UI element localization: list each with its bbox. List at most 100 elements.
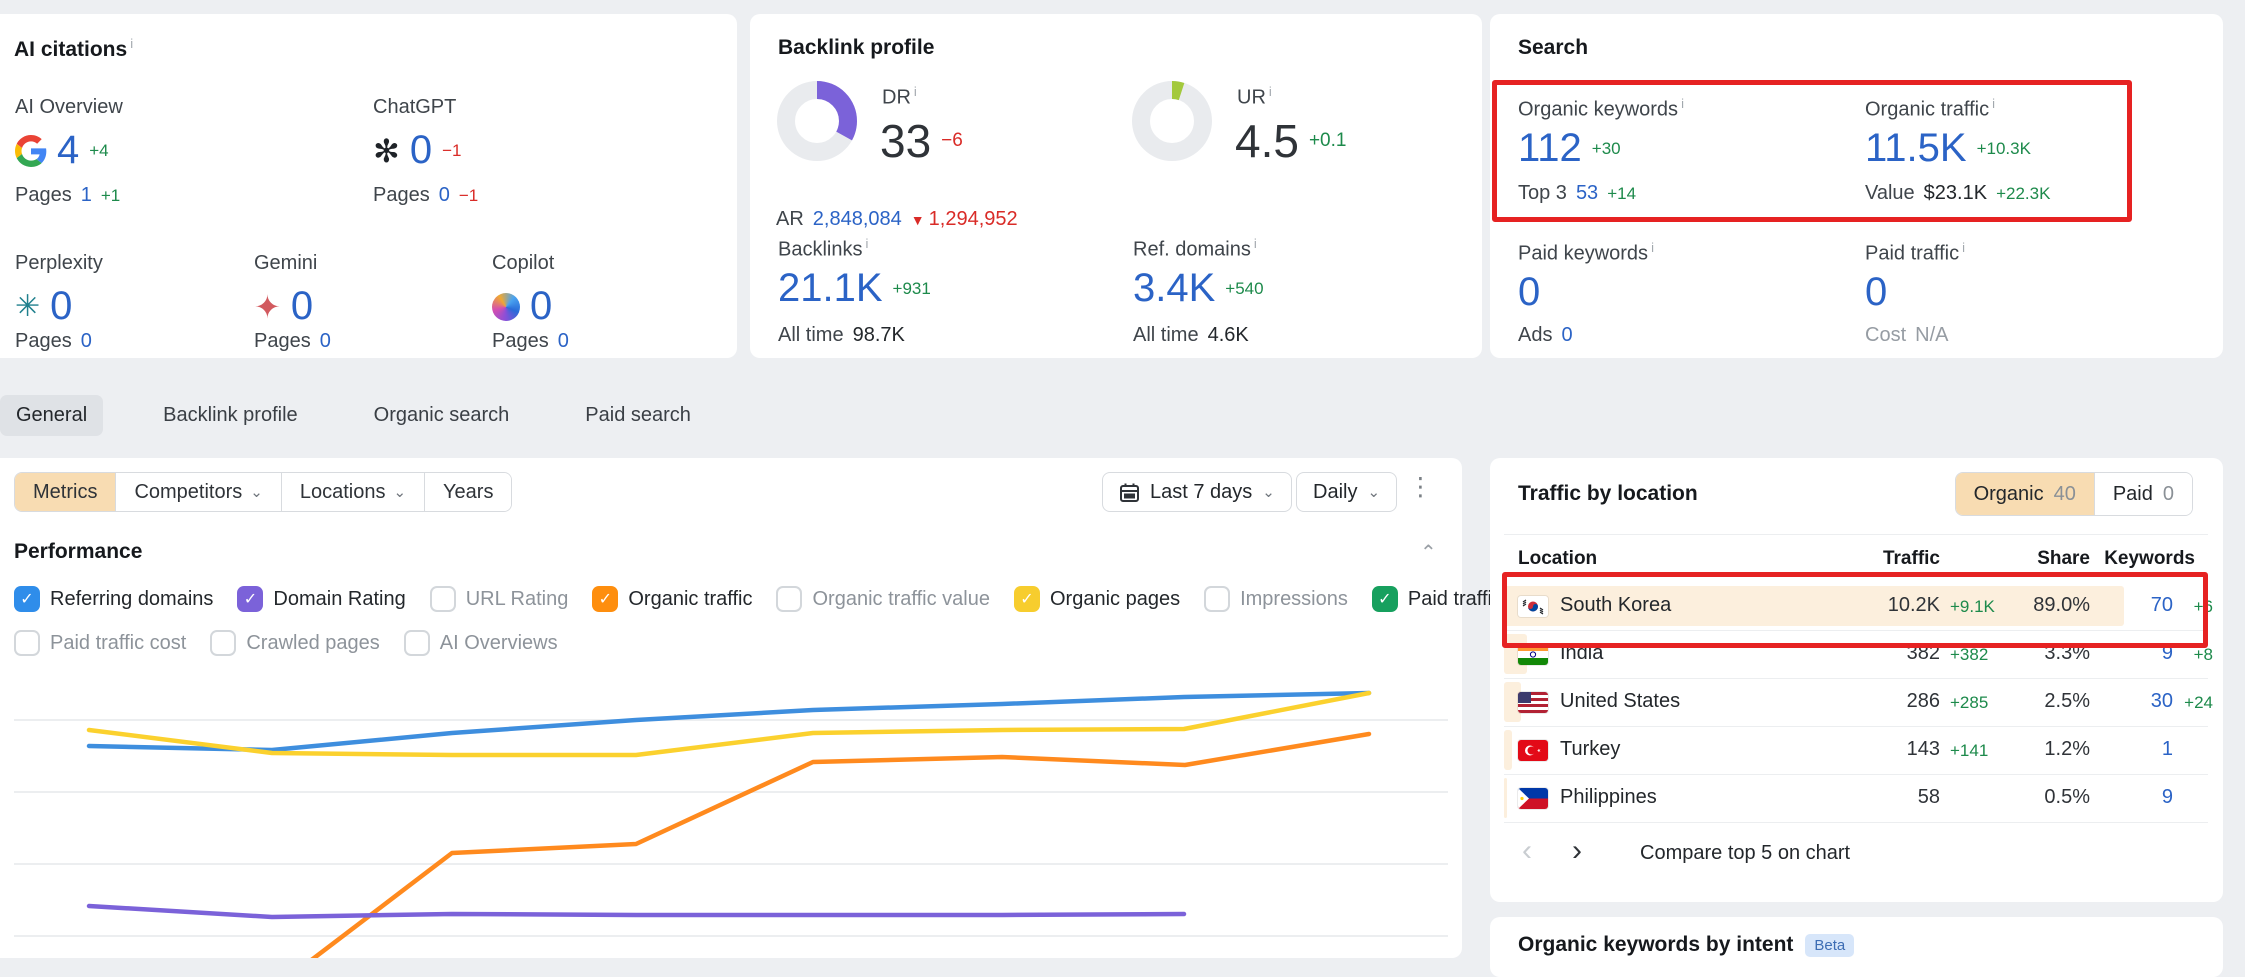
collapse-chevron-up-icon[interactable]: ⌃ — [1420, 540, 1437, 565]
checkbox-icon — [1204, 586, 1230, 612]
paid-keywords-subline: Ads 0 — [1518, 324, 1573, 347]
divider — [1504, 534, 2208, 535]
ai-citations-title: AI citationsi — [14, 36, 133, 62]
toggle-organic[interactable]: Organic 40 — [1956, 473, 2094, 515]
chevron-down-icon: ⌄ — [1367, 483, 1380, 501]
checkbox-organic-traffic-value[interactable]: Organic traffic value — [776, 586, 990, 612]
table-row-philippines[interactable]: Philippines 58 0.5% 9 — [1490, 774, 2223, 822]
chatgpt-pages: Pages 0 −1 — [373, 184, 478, 207]
ur-donut-chart — [1129, 78, 1215, 164]
ar-line: AR 2,848,084 ▼ 1,294,952 — [776, 208, 1018, 231]
granularity-dropdown[interactable]: Daily ⌄ — [1296, 472, 1397, 512]
checkbox-icon — [14, 630, 40, 656]
chatgpt-label: ChatGPT — [373, 96, 456, 119]
column-header-location[interactable]: Location — [1518, 548, 1597, 570]
compare-top5-button[interactable]: Compare top 5 on chart — [1640, 842, 1850, 865]
info-icon[interactable]: i — [1269, 84, 1272, 99]
info-icon[interactable]: i — [1962, 240, 1965, 255]
tab-general[interactable]: General — [0, 395, 103, 436]
backlink-profile-title: Backlink profile — [778, 36, 934, 60]
table-row-united-states[interactable]: United States 286 +285 2.5% 30 +24 — [1490, 678, 2223, 726]
flag-united-states-icon — [1518, 692, 1548, 713]
checkbox-organic-traffic[interactable]: ✓ Organic traffic — [592, 586, 752, 612]
info-icon[interactable]: i — [130, 36, 133, 51]
next-page-button[interactable]: › — [1572, 836, 1582, 866]
checkbox-paid-traffic-cost[interactable]: Paid traffic cost — [14, 630, 186, 656]
copilot-label: Copilot — [492, 252, 554, 275]
column-header-share[interactable]: Share — [2037, 548, 2090, 570]
column-header-traffic[interactable]: Traffic — [1883, 548, 1940, 570]
metric-toggles-row-2: Paid traffic cost Crawled pages AI Overv… — [14, 630, 558, 656]
checkbox-impressions[interactable]: Impressions — [1204, 586, 1348, 612]
backlinks-value-row: 21.1K +931 — [778, 266, 931, 311]
ur-label: URi — [1237, 84, 1272, 110]
chevron-down-icon: ⌄ — [393, 483, 406, 501]
row-divider — [1504, 822, 2208, 823]
seo-dashboard: { "ui": { "info": "i", "chevron_down": "… — [0, 0, 2245, 946]
info-icon[interactable]: i — [1254, 236, 1257, 251]
perplexity-value[interactable]: 0 — [50, 284, 72, 329]
checkbox-paid-traffic[interactable]: ✓ Paid traffic — [1372, 586, 1502, 612]
checkbox-organic-pages[interactable]: ✓ Organic pages — [1014, 586, 1180, 612]
ai-overview-delta: +4 — [89, 141, 108, 161]
backlinks-alltime: All time 98.7K — [778, 324, 905, 347]
info-icon[interactable]: i — [865, 236, 868, 251]
tab-organic-search[interactable]: Organic search — [358, 395, 526, 436]
info-icon[interactable]: i — [914, 84, 917, 99]
flag-turkey-icon — [1518, 740, 1548, 761]
dr-value-row: 33 −6 — [880, 114, 963, 168]
performance-line-chart[interactable] — [0, 674, 1462, 958]
share-bar — [1504, 730, 1512, 770]
search-title: Search — [1518, 36, 1588, 60]
chatgpt-icon: ✻ — [373, 135, 400, 167]
paid-traffic-value-row: 0 — [1865, 270, 1887, 315]
copilot-value[interactable]: 0 — [530, 284, 552, 329]
backlinks-delta: +931 — [893, 279, 931, 299]
ur-value-row: 4.5 +0.1 — [1235, 114, 1346, 168]
info-icon[interactable]: i — [1651, 240, 1654, 255]
checkbox-ai-overviews[interactable]: AI Overviews — [404, 630, 558, 656]
checkbox-url-rating[interactable]: URL Rating — [430, 586, 569, 612]
toggle-paid[interactable]: Paid 0 — [2094, 473, 2192, 515]
metrics-button[interactable]: Metrics — [15, 473, 116, 511]
flag-philippines-icon — [1518, 788, 1548, 809]
backlinks-label: Backlinksi — [778, 236, 868, 262]
backlinks-value[interactable]: 21.1K — [778, 266, 883, 311]
date-range-dropdown[interactable]: Last 7 days ⌄ — [1102, 472, 1292, 512]
paid-traffic-subline: Cost N/A — [1865, 324, 1948, 347]
prev-page-button[interactable]: ‹ — [1522, 836, 1532, 866]
checkbox-icon: ✓ — [1014, 586, 1040, 612]
ref-domains-delta: +540 — [1225, 279, 1263, 299]
tab-backlink-profile[interactable]: Backlink profile — [147, 395, 314, 436]
dr-label: DRi — [882, 84, 917, 110]
perplexity-icon: ✳ — [15, 292, 40, 322]
years-button[interactable]: Years — [425, 473, 511, 511]
locations-dropdown[interactable]: Locations ⌄ — [282, 473, 425, 511]
column-header-keywords[interactable]: Keywords — [2104, 548, 2195, 570]
paid-keywords-value[interactable]: 0 — [1518, 270, 1540, 315]
ref-domains-alltime: All time 4.6K — [1133, 324, 1249, 347]
chatgpt-value[interactable]: 0 — [410, 128, 432, 173]
checkbox-icon: ✓ — [1372, 586, 1398, 612]
gemini-label: Gemini — [254, 252, 317, 275]
tab-paid-search[interactable]: Paid search — [569, 395, 707, 436]
triangle-down-icon: ▼ — [911, 212, 925, 228]
checkbox-domain-rating[interactable]: ✓ Domain Rating — [237, 586, 405, 612]
ref-domains-label: Ref. domainsi — [1133, 236, 1257, 262]
checkbox-icon — [776, 586, 802, 612]
paid-keywords-label: Paid keywordsi — [1518, 240, 1654, 266]
paid-traffic-value[interactable]: 0 — [1865, 270, 1887, 315]
ref-domains-value[interactable]: 3.4K — [1133, 266, 1215, 311]
ai-overview-value[interactable]: 4 — [57, 128, 79, 173]
checkbox-icon — [210, 630, 236, 656]
checkbox-crawled-pages[interactable]: Crawled pages — [210, 630, 379, 656]
kebab-menu-button[interactable]: ⋮ — [1408, 480, 1433, 494]
ai-overview-value-row: 4 +4 — [15, 128, 109, 173]
checkbox-referring-domains[interactable]: ✓ Referring domains — [14, 586, 213, 612]
competitors-dropdown[interactable]: Competitors ⌄ — [116, 473, 281, 511]
gemini-value[interactable]: 0 — [291, 284, 313, 329]
copilot-icon — [492, 293, 520, 321]
ar-delta: 1,294,952 — [929, 208, 1018, 231]
chart-line-organic-pages — [89, 693, 1369, 755]
table-row-turkey[interactable]: Turkey 143 +141 1.2% 1 — [1490, 726, 2223, 774]
